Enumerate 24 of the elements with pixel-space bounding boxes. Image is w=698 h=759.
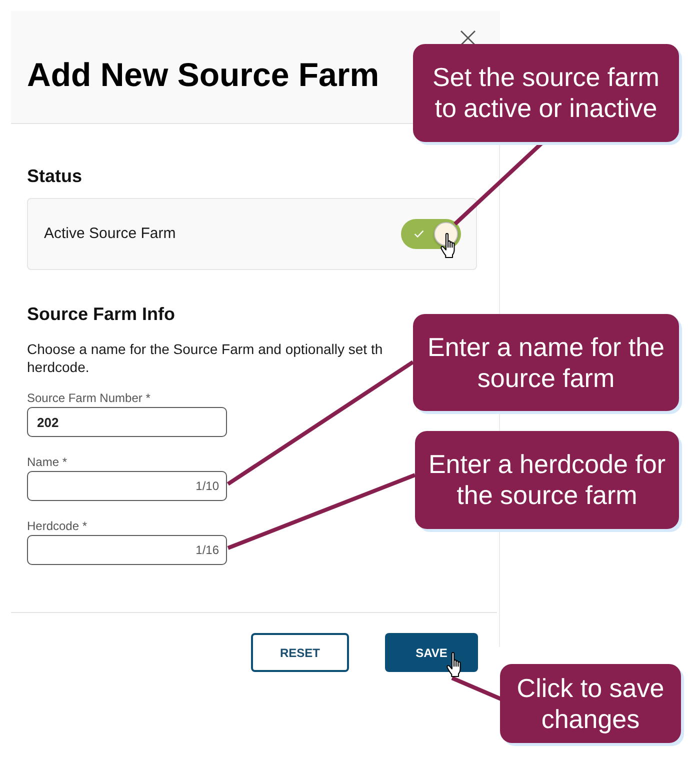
text-field[interactable]: [27, 471, 227, 501]
text-field[interactable]: 202: [27, 407, 227, 437]
hand-cursor-icon: [446, 652, 461, 677]
callout: Click to save changes: [500, 664, 681, 743]
dialog-title: Add New Source Farm: [27, 55, 380, 95]
callout: Enter a name for the source farm: [413, 314, 679, 411]
text-field[interactable]: [27, 535, 227, 565]
section-heading: Status: [27, 165, 82, 188]
leader-line: [451, 676, 502, 701]
section-heading: Source Farm Info: [27, 303, 176, 326]
character-counter: 1/16: [196, 542, 219, 558]
reset-button[interactable]: RESET: [251, 633, 349, 672]
callout: Enter a herdcode for the source farm: [415, 431, 679, 529]
toggle-label: Active Source Farm: [44, 224, 176, 244]
description-text: Choose a name for the Source Farm and optionally set th herdcode.: [27, 340, 384, 376]
close-icon[interactable]: [460, 30, 476, 46]
character-counter: 1/10: [196, 478, 219, 494]
callout: Set the source farm to active or inactive: [413, 44, 679, 142]
check-icon: [414, 230, 424, 238]
field-label: Source Farm Number *: [27, 390, 150, 406]
field-label: Herdcode *: [27, 518, 88, 534]
field-label: Name *: [27, 454, 68, 470]
hand-cursor-icon: [440, 233, 455, 258]
save-button[interactable]: SAVE: [385, 633, 478, 672]
